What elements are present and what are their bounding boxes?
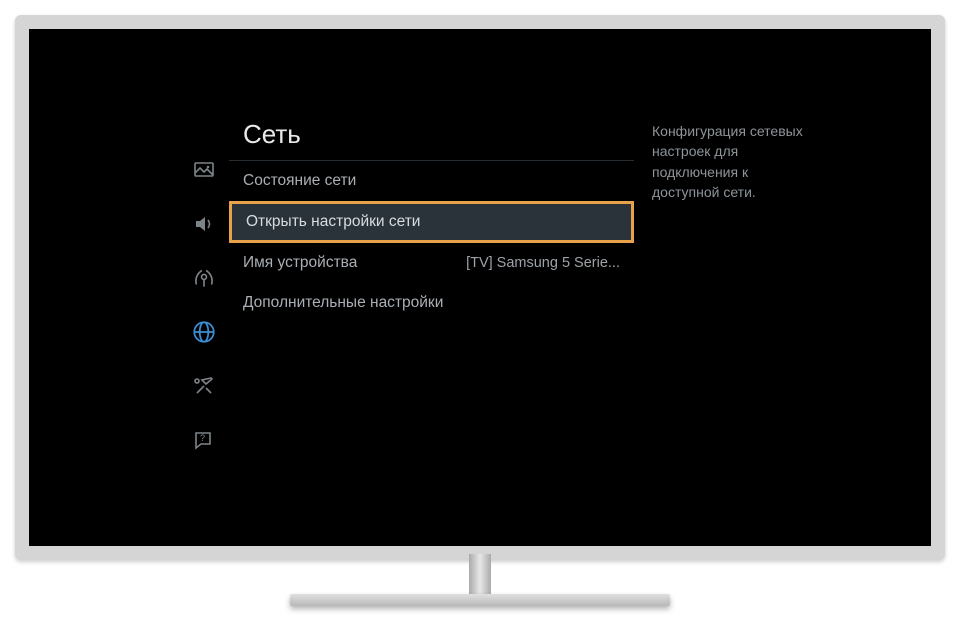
settings-panel: ? Сеть Состояние сети Открыть настройки … xyxy=(179,119,819,453)
menu-item-network-status[interactable]: Состояние сети xyxy=(229,161,634,201)
svg-text:?: ? xyxy=(200,433,205,443)
menu-title: Сеть xyxy=(229,119,634,161)
tv-frame: ? Сеть Состояние сети Открыть настройки … xyxy=(15,15,945,560)
settings-category-rail: ? xyxy=(179,119,229,453)
broadcast-icon[interactable] xyxy=(191,265,217,291)
menu-item-label: Дополнительные настройки xyxy=(243,294,443,312)
menu-item-device-name[interactable]: Имя устройства [TV] Samsung 5 Serie... xyxy=(229,243,634,283)
sound-icon[interactable] xyxy=(191,211,217,237)
menu-item-open-network-settings[interactable]: Открыть настройки сети xyxy=(229,201,634,243)
menu-item-expert-settings[interactable]: Дополнительные настройки xyxy=(229,283,634,323)
settings-menu: Сеть Состояние сети Открыть настройки се… xyxy=(229,119,634,453)
menu-item-label: Имя устройства xyxy=(243,254,357,272)
support-icon[interactable]: ? xyxy=(191,427,217,453)
network-icon[interactable] xyxy=(191,319,217,345)
system-icon[interactable] xyxy=(191,373,217,399)
tv-stand xyxy=(290,554,670,606)
menu-item-label: Состояние сети xyxy=(243,172,356,190)
menu-item-value: [TV] Samsung 5 Serie... xyxy=(466,255,620,271)
tv-screen: ? Сеть Состояние сети Открыть настройки … xyxy=(29,29,931,546)
picture-icon[interactable] xyxy=(191,157,217,183)
menu-item-label: Открыть настройки сети xyxy=(246,213,420,231)
menu-description: Конфигурация сетевых настроек для подклю… xyxy=(634,119,814,453)
